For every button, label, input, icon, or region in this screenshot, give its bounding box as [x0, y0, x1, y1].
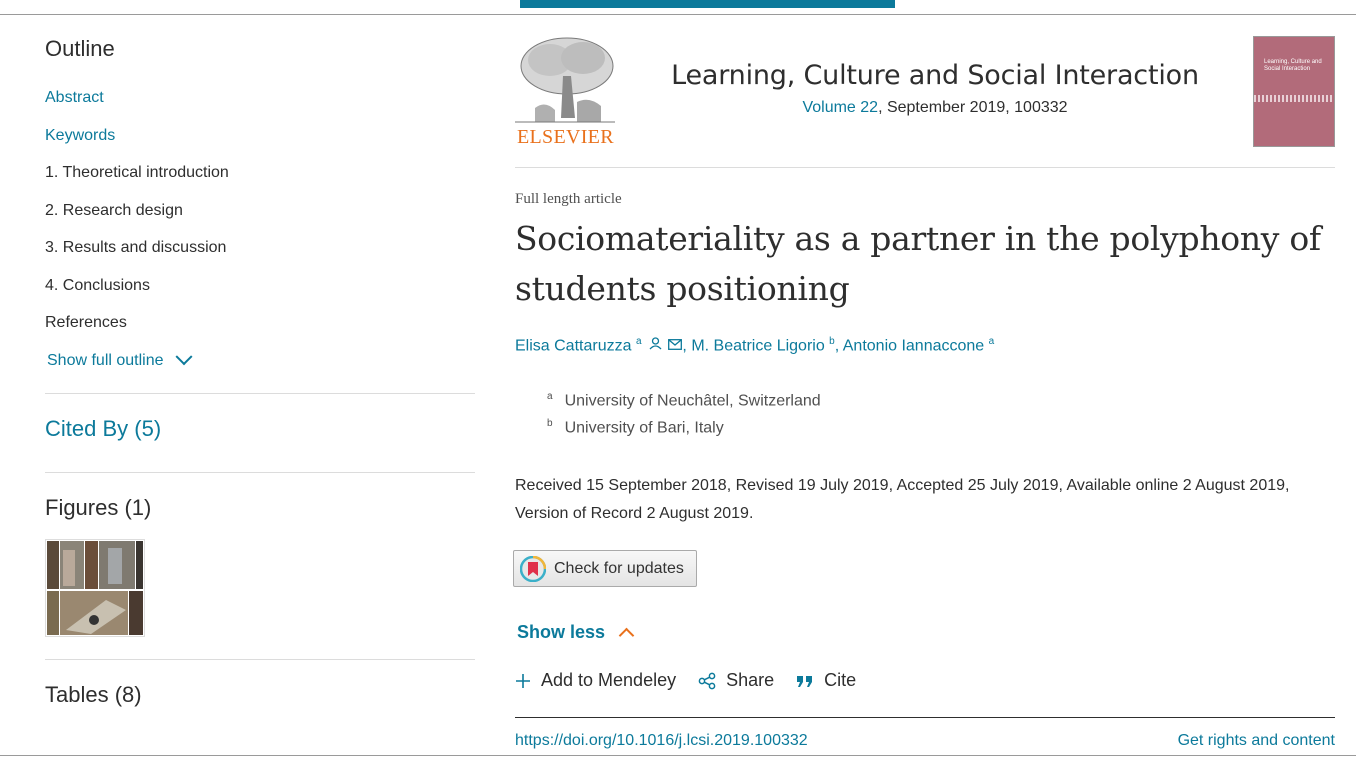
check-updates-icon [520, 555, 546, 582]
bottom-divider [0, 755, 1356, 756]
journal-cover-image[interactable]: Learning, Culture and Social Interaction [1253, 36, 1335, 147]
tables-heading[interactable]: Tables (8) [45, 682, 475, 708]
affiliations: a University of Neuchâtel, Switzerland bU… [547, 391, 821, 445]
figure-thumbnail-image [46, 539, 144, 636]
show-less-button[interactable]: Show less [517, 622, 635, 644]
sidebar-divider [45, 392, 475, 394]
publisher-name: ELSEVIER [517, 126, 614, 148]
outline-item-references[interactable]: References [45, 313, 475, 351]
outline-item-keywords[interactable]: Keywords [45, 126, 475, 164]
chevron-up-icon [618, 627, 635, 644]
article-type: Full length article [515, 191, 622, 207]
sidebar-divider [45, 471, 475, 473]
share-button[interactable]: Share [698, 670, 774, 691]
plus-icon [516, 673, 530, 688]
quote-icon [797, 675, 813, 687]
doi-link[interactable]: https://doi.org/10.1016/j.lcsi.2019.1003… [515, 732, 808, 750]
volume-link[interactable]: Volume 22 [802, 99, 878, 116]
get-rights-link[interactable]: Get rights and content [1178, 732, 1335, 750]
share-icon [698, 672, 716, 689]
chevron-down-icon [175, 347, 193, 365]
outline-list: Abstract Keywords 1. Theoretical introdu… [45, 88, 475, 351]
header-divider [515, 167, 1335, 168]
article-actions: Add to Mendeley Share Cite [515, 670, 856, 691]
check-updates-label: Check for updates [554, 559, 684, 577]
author-name[interactable]: Antonio Iannaccone [843, 337, 984, 354]
add-to-mendeley-button[interactable]: Add to Mendeley [515, 670, 676, 691]
outline-item-results[interactable]: 3. Results and discussion [45, 238, 475, 276]
publication-dates: Received 15 September 2018, Revised 19 J… [515, 477, 1290, 522]
outline-item-abstract[interactable]: Abstract [45, 88, 475, 126]
cite-button[interactable]: Cite [796, 670, 856, 691]
journal-volume-line: Volume 22, September 2019, 100332 [665, 99, 1205, 117]
person-icon[interactable] [649, 337, 662, 350]
outline-item-introduction[interactable]: 1. Theoretical introduction [45, 163, 475, 201]
top-accent-bar [520, 0, 895, 8]
top-divider [0, 14, 1356, 15]
sidebar-divider [45, 658, 475, 660]
outline-item-research-design[interactable]: 2. Research design [45, 201, 475, 239]
author-list: Elisa Cattaruzza a , M. Beatrice Ligorio… [515, 336, 995, 355]
journal-info: Learning, Culture and Social Interaction… [665, 60, 1205, 117]
show-less-label: Show less [517, 622, 606, 642]
volume-details: , September 2019, 100332 [878, 99, 1068, 116]
doi-divider [515, 717, 1335, 718]
article-title: Sociomateriality as a partner in the pol… [515, 219, 1321, 308]
outline-item-conclusions[interactable]: 4. Conclusions [45, 276, 475, 314]
cited-by-link[interactable]: Cited By (5) [45, 416, 475, 472]
email-icon[interactable] [668, 339, 683, 351]
show-full-outline-label: Show full outline [47, 351, 164, 369]
author-name[interactable]: Elisa Cattaruzza [515, 337, 632, 354]
cover-title: Learning, Culture and Social Interaction [1264, 59, 1322, 72]
outline-title: Outline [45, 36, 115, 61]
affiliation-item: b University of Bari, Italy [547, 418, 724, 437]
cover-pattern [1254, 95, 1334, 102]
show-full-outline-button[interactable]: Show full outline [47, 347, 475, 373]
affiliation-item: a University of Neuchâtel, Switzerland [547, 391, 821, 410]
author-name[interactable]: M. Beatrice Ligorio [691, 337, 824, 354]
figure-thumbnail[interactable] [45, 538, 145, 637]
outline-sidebar: Outline Abstract Keywords 1. Theoretical… [45, 36, 475, 708]
journal-title[interactable]: Learning, Culture and Social Interaction [665, 60, 1205, 91]
check-for-updates-button[interactable]: Check for updates [513, 550, 697, 587]
figures-heading[interactable]: Figures (1) [45, 495, 475, 521]
elsevier-logo[interactable]: ELSEVIER [515, 36, 615, 148]
